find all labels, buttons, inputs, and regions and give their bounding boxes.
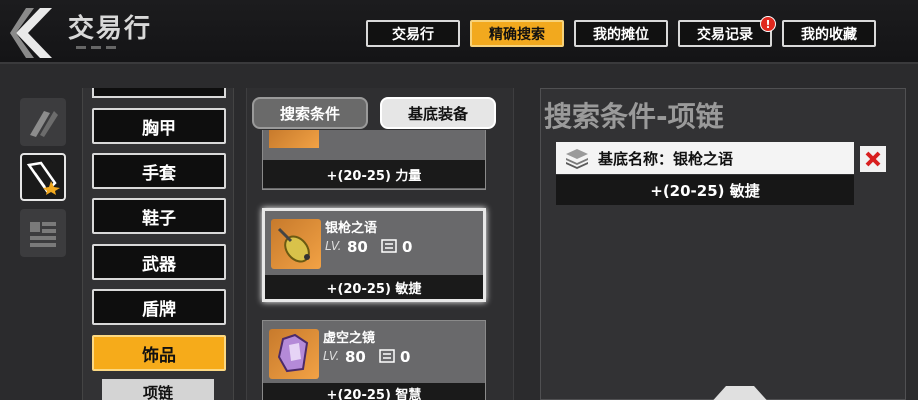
tab-my-stall[interactable]: 我的摊位	[574, 20, 668, 47]
category-gloves[interactable]: 手套	[92, 153, 226, 189]
sidebar-accessory[interactable]	[20, 153, 66, 201]
tab-base-equipment[interactable]: 基底装备	[380, 97, 496, 129]
tab-precise-search[interactable]: 精确搜索	[470, 20, 564, 47]
search-condition-title: 搜索条件-项链	[544, 100, 724, 133]
title-decoration	[76, 46, 136, 50]
stack-icon	[379, 349, 395, 363]
list-item[interactable]: 银枪之语 LV. 80 0 +(20-25) 敏捷	[262, 208, 486, 302]
item-stack-count: 0	[400, 348, 411, 366]
equipment-icon	[30, 111, 58, 137]
list-item[interactable]: +(20-25) 力量	[262, 130, 486, 190]
level-label: LV.	[323, 349, 340, 363]
page-title: 交易行	[68, 14, 153, 44]
item-thumbnail	[269, 130, 319, 148]
accessory-icon	[26, 161, 60, 195]
level-label: LV.	[325, 239, 342, 253]
panel-corner-decoration	[713, 386, 767, 400]
tab-search-conditions[interactable]: 搜索条件	[252, 97, 368, 129]
close-icon	[865, 151, 881, 167]
notification-badge: !	[760, 16, 776, 32]
item-thumbnail	[269, 329, 319, 379]
category-weapon[interactable]: 武器	[92, 244, 226, 280]
category-chest[interactable]: 胸甲	[92, 108, 226, 144]
top-bar: 交易行 交易行 精确搜索 我的摊位 交易记录 ! 我的收藏	[0, 0, 918, 64]
item-thumbnail	[271, 219, 321, 269]
category-shoes[interactable]: 鞋子	[92, 198, 226, 234]
list-item[interactable]: 虚空之镜 LV. 80 0 +(20-25) 智慧	[262, 320, 486, 400]
lance-charm-icon	[277, 227, 310, 263]
category-scroll-edge	[92, 88, 226, 98]
item-stack-count: 0	[402, 238, 413, 256]
back-arrow-icon	[10, 8, 52, 58]
material-icon	[30, 222, 56, 247]
condition-row[interactable]: 基底名称：银枪之语	[556, 142, 854, 174]
layers-icon	[566, 149, 588, 169]
item-level: 80	[345, 348, 366, 366]
item-stat: +(20-25) 敏捷	[265, 275, 483, 299]
sidebar-equipment[interactable]	[20, 98, 66, 146]
delete-condition-button[interactable]	[860, 146, 886, 172]
category-shield[interactable]: 盾牌	[92, 289, 226, 325]
void-mirror-icon	[277, 333, 309, 373]
item-name: 银枪之语	[325, 221, 378, 236]
condition-label: 基底名称：银枪之语	[598, 149, 734, 168]
tab-trade-records[interactable]: 交易记录	[678, 20, 772, 47]
condition-stat: +(20-25) 敏捷	[556, 175, 854, 205]
tab-trade[interactable]: 交易行	[366, 20, 460, 47]
back-button[interactable]	[10, 6, 56, 60]
item-level: 80	[347, 238, 368, 256]
subcategory-necklace[interactable]: 项链	[102, 379, 214, 400]
item-stat: +(20-25) 力量	[263, 160, 485, 188]
item-stat: +(20-25) 智慧	[263, 383, 485, 400]
stack-icon	[381, 239, 397, 253]
sidebar-material[interactable]	[20, 209, 66, 257]
tab-favorites[interactable]: 我的收藏	[782, 20, 876, 47]
category-accessory[interactable]: 饰品	[92, 335, 226, 371]
item-name: 虚空之镜	[323, 331, 376, 346]
